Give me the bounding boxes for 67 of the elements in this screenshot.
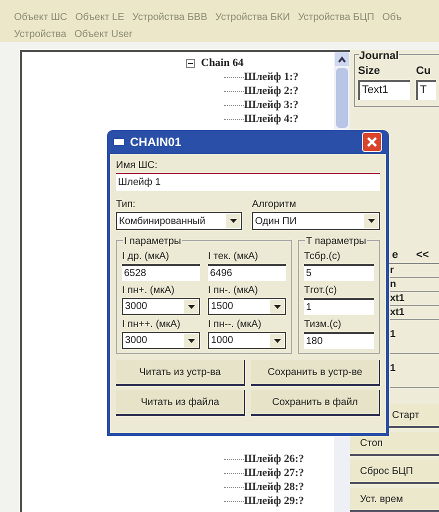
dialog-button[interactable]: Читать из устр-ва: [116, 360, 245, 386]
collapse-icon[interactable]: [186, 58, 195, 68]
caret-icon: [270, 334, 284, 348]
dropdown[interactable]: 1000: [208, 332, 286, 349]
text-field[interactable]: n: [390, 278, 439, 292]
caret-icon: [364, 214, 378, 228]
text-field[interactable]: xt1: [390, 292, 439, 306]
dialog-button[interactable]: Читать из файла: [116, 390, 245, 416]
text-field[interactable]: 1: [390, 320, 439, 354]
text-field[interactable]: 6496: [208, 264, 286, 281]
group-title: I параметры: [123, 234, 182, 249]
device-button[interactable]: Сброс БЦП: [350, 460, 439, 484]
text-field[interactable]: 5: [304, 264, 374, 281]
text-field[interactable]: 1: [304, 298, 374, 315]
caret-icon: [226, 214, 240, 228]
device-button[interactable]: Уст. врем: [350, 488, 439, 512]
column-label: Size: [358, 64, 382, 79]
text-field[interactable]: Text1: [358, 80, 410, 100]
tree-item[interactable]: Шлейф 28:?: [244, 478, 304, 496]
field-label: I тек. (мкА): [208, 250, 260, 264]
field-label: Имя ШС:: [116, 159, 158, 173]
name-field[interactable]: Шлейф 1: [116, 173, 380, 191]
tree-item[interactable]: Шлейф 1:?: [244, 68, 298, 86]
caret-icon: [270, 300, 284, 314]
field-label: I пн-. (мкА): [208, 284, 259, 298]
close-icon: [367, 137, 377, 147]
field-label: I пн++. (мкА): [122, 318, 182, 332]
text-field[interactable]: 6528: [122, 264, 200, 281]
text-field[interactable]: r: [390, 264, 439, 278]
window-icon: [114, 139, 124, 145]
tree-item[interactable]: Шлейф 4:?: [244, 110, 298, 128]
field-label: Тсбр.(с): [304, 250, 342, 264]
tab[interactable]: <<: [414, 246, 431, 263]
tree-item[interactable]: Шлейф 27:?: [244, 464, 304, 482]
dropdown[interactable]: 1500: [208, 298, 286, 315]
close-button[interactable]: [362, 132, 382, 152]
window-title: CHAIN01: [130, 134, 182, 151]
text-field[interactable]: T: [416, 80, 436, 100]
dropdown[interactable]: Комбинированный: [116, 212, 242, 230]
field-label: Тип:: [116, 198, 136, 212]
text-field[interactable]: 1: [390, 354, 439, 388]
field-label: Алгоритм: [252, 198, 298, 212]
field-label: Тизм.(с): [304, 318, 342, 332]
tree-item[interactable]: Шлейф 3:?: [244, 96, 298, 114]
text-field[interactable]: xt1: [390, 306, 439, 320]
field-label: I пн--. (мкА): [208, 318, 262, 332]
tree-item[interactable]: Шлейф 2:?: [244, 82, 298, 100]
text-field[interactable]: 180: [304, 332, 374, 349]
caret-icon: [184, 300, 198, 314]
device-button[interactable]: Стоп: [350, 432, 439, 456]
scroll-up-icon[interactable]: [335, 52, 349, 66]
field-label: I др. (мкА): [122, 250, 170, 264]
tree-node[interactable]: Chain 64: [201, 54, 244, 72]
tree-item[interactable]: Шлейф 26:?: [244, 450, 304, 468]
dropdown[interactable]: 3000: [122, 332, 200, 349]
dropdown[interactable]: Один ПИ: [252, 212, 380, 230]
tab[interactable]: e: [390, 246, 400, 263]
tree-item[interactable]: Шлейф 29:?: [244, 492, 304, 510]
field-label: I пн+. (мкА): [122, 284, 176, 298]
column-label: Cu: [416, 64, 432, 79]
field-label: Тгот.(с): [304, 284, 338, 298]
caret-icon: [184, 334, 198, 348]
dialog-button[interactable]: Сохранить в файл: [251, 390, 380, 416]
scroll-thumb[interactable]: [336, 68, 348, 128]
group-title: T параметры: [305, 234, 368, 249]
dialog-button[interactable]: Сохранить в устр-ве: [251, 360, 380, 386]
dropdown[interactable]: 3000: [122, 298, 200, 315]
